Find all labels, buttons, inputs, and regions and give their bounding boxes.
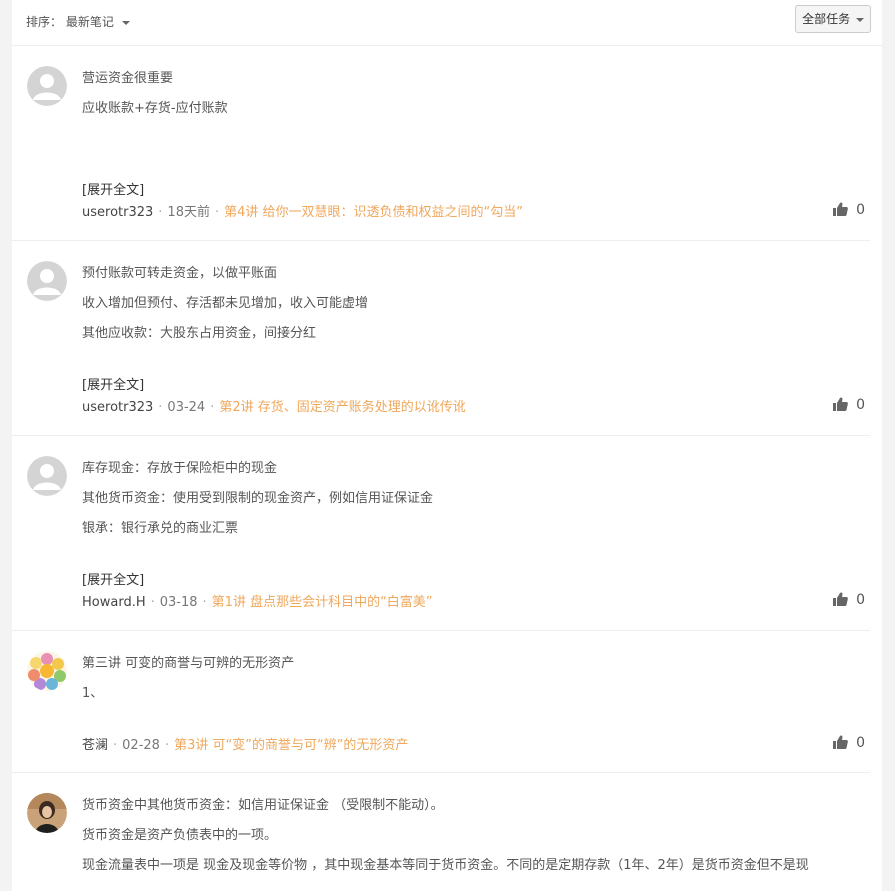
notes-toolbar: 排序： 最新笔记 全部任务 bbox=[12, 0, 882, 46]
note-line: 现金流量表中一项是 现金及现金等价物 ，其中现金基本等同于货币资金。不同的是定期… bbox=[82, 858, 809, 873]
note-item: 货币资金中其他货币资金：如信用证保证金 （受限制不能动）。 货币资金是资产负债表… bbox=[12, 773, 870, 891]
like-count: 0 bbox=[856, 735, 865, 751]
author-name[interactable]: userotr323 bbox=[82, 400, 153, 415]
like-button[interactable]: 0 bbox=[833, 202, 865, 218]
note-time: 18天前 bbox=[167, 205, 210, 220]
like-count: 0 bbox=[856, 202, 865, 218]
note-content: 预付账款可转走资金，以做平账面 收入增加但预付、存活都未见增加，收入可能虚增 其… bbox=[82, 266, 860, 356]
lesson-link[interactable]: 第4讲 给你一双慧眼：识透负债和权益之间的“勾当” bbox=[224, 205, 523, 220]
task-filter-label: 全部任务 bbox=[802, 12, 851, 26]
note-item: 第三讲 可变的商誉与可辨的无形资产 1、 苍澜 · 02-28 · 第3讲 可“变”的商… bbox=[12, 631, 870, 773]
thumbs-up-icon bbox=[833, 592, 848, 606]
note-content: 第三讲 可变的商誉与可辨的无形资产 1、 bbox=[82, 656, 860, 716]
like-button[interactable]: 0 bbox=[833, 397, 865, 413]
sort-label: 排序： bbox=[26, 15, 63, 29]
author-name[interactable]: 苍澜 bbox=[82, 738, 108, 753]
notes-panel: 排序： 最新笔记 全部任务 营运资金很重要 应收账款+存货-应付账款 [展开全文… bbox=[12, 0, 882, 891]
note-item: 库存现金：存放于保险柜中的现金 其他货币资金：使用受到限制的现金资产，例如信用证… bbox=[12, 436, 870, 631]
note-item: 营运资金很重要 应收账款+存货-应付账款 [展开全文] userotr323 · 1… bbox=[12, 46, 870, 241]
lesson-link[interactable]: 第3讲 可“变”的商誉与可“辨”的无形资产 bbox=[174, 738, 408, 753]
chevron-down-icon bbox=[121, 20, 130, 25]
lesson-link[interactable]: 第1讲 盘点那些会计科目中的“白富美” bbox=[212, 595, 433, 610]
chevron-down-icon bbox=[856, 17, 864, 22]
note-content: 库存现金：存放于保险柜中的现金 其他货币资金：使用受到限制的现金资产，例如信用证… bbox=[82, 461, 860, 551]
note-line: 预付账款可转走资金，以做平账面 bbox=[82, 266, 278, 281]
thumbs-up-icon bbox=[833, 735, 848, 749]
thumbs-up-icon bbox=[833, 202, 848, 216]
note-meta: Howard.H · 03-18 · 第1讲 盘点那些会计科目中的“白富美” bbox=[82, 595, 433, 610]
like-button[interactable]: 0 bbox=[833, 592, 865, 608]
note-line: 应收账款+存货-应付账款 bbox=[82, 101, 228, 116]
sort-value: 最新笔记 bbox=[65, 15, 114, 29]
note-line: 收入增加但预付、存活都未见增加，收入可能虚增 bbox=[82, 296, 369, 311]
lesson-link[interactable]: 第2讲 存货、固定资产账务处理的以讹传讹 bbox=[219, 400, 465, 415]
note-content: 营运资金很重要 应收账款+存货-应付账款 bbox=[82, 71, 860, 131]
note-line: 1、 bbox=[82, 686, 104, 701]
expand-link[interactable]: [展开全文] bbox=[82, 374, 144, 393]
sort-dropdown[interactable]: 排序： 最新笔记 bbox=[26, 13, 130, 30]
note-time: 03-24 bbox=[167, 400, 206, 415]
note-meta: userotr323 · 03-24 · 第2讲 存货、固定资产账务处理的以讹传讹 bbox=[82, 400, 466, 415]
note-line: 第三讲 可变的商誉与可辨的无形资产 bbox=[82, 656, 295, 671]
avatar[interactable] bbox=[27, 456, 67, 496]
avatar[interactable] bbox=[27, 261, 67, 301]
like-count: 0 bbox=[856, 592, 865, 608]
note-meta: userotr323 · 18天前 · 第4讲 给你一双慧眼：识透负债和权益之间的“勾当… bbox=[82, 205, 523, 220]
author-name[interactable]: Howard.H bbox=[82, 595, 146, 610]
like-button[interactable]: 0 bbox=[833, 735, 865, 751]
note-line: 其他应收款：大股东占用资金，间接分红 bbox=[82, 326, 317, 341]
note-line: 货币资金是资产负债表中的一项。 bbox=[82, 828, 278, 843]
expand-link[interactable]: [展开全文] bbox=[82, 179, 144, 198]
note-time: 03-18 bbox=[159, 595, 198, 610]
note-meta: 苍澜 · 02-28 · 第3讲 可“变”的商誉与可“辨”的无形资产 bbox=[82, 738, 409, 753]
expand-link[interactable]: [展开全文] bbox=[82, 569, 144, 588]
task-filter-button[interactable]: 全部任务 bbox=[795, 5, 871, 33]
thumbs-up-icon bbox=[833, 397, 848, 411]
author-name[interactable]: userotr323 bbox=[82, 205, 153, 220]
note-time: 02-28 bbox=[122, 738, 160, 753]
note-line: 其他货币资金：使用受到限制的现金资产，例如信用证保证金 bbox=[82, 491, 434, 506]
note-line: 货币资金中其他货币资金：如信用证保证金 （受限制不能动）。 bbox=[82, 798, 444, 813]
note-item: 预付账款可转走资金，以做平账面 收入增加但预付、存活都未见增加，收入可能虚增 其… bbox=[12, 241, 870, 436]
avatar[interactable] bbox=[27, 793, 67, 833]
note-line: 库存现金：存放于保险柜中的现金 bbox=[82, 461, 278, 476]
note-line: 营运资金很重要 bbox=[82, 71, 174, 86]
note-line: 银承：银行承兑的商业汇票 bbox=[82, 521, 239, 536]
note-content: 货币资金中其他货币资金：如信用证保证金 （受限制不能动）。 货币资金是资产负债表… bbox=[82, 798, 860, 888]
avatar[interactable] bbox=[27, 651, 67, 691]
avatar[interactable] bbox=[27, 66, 67, 106]
like-count: 0 bbox=[856, 397, 865, 413]
